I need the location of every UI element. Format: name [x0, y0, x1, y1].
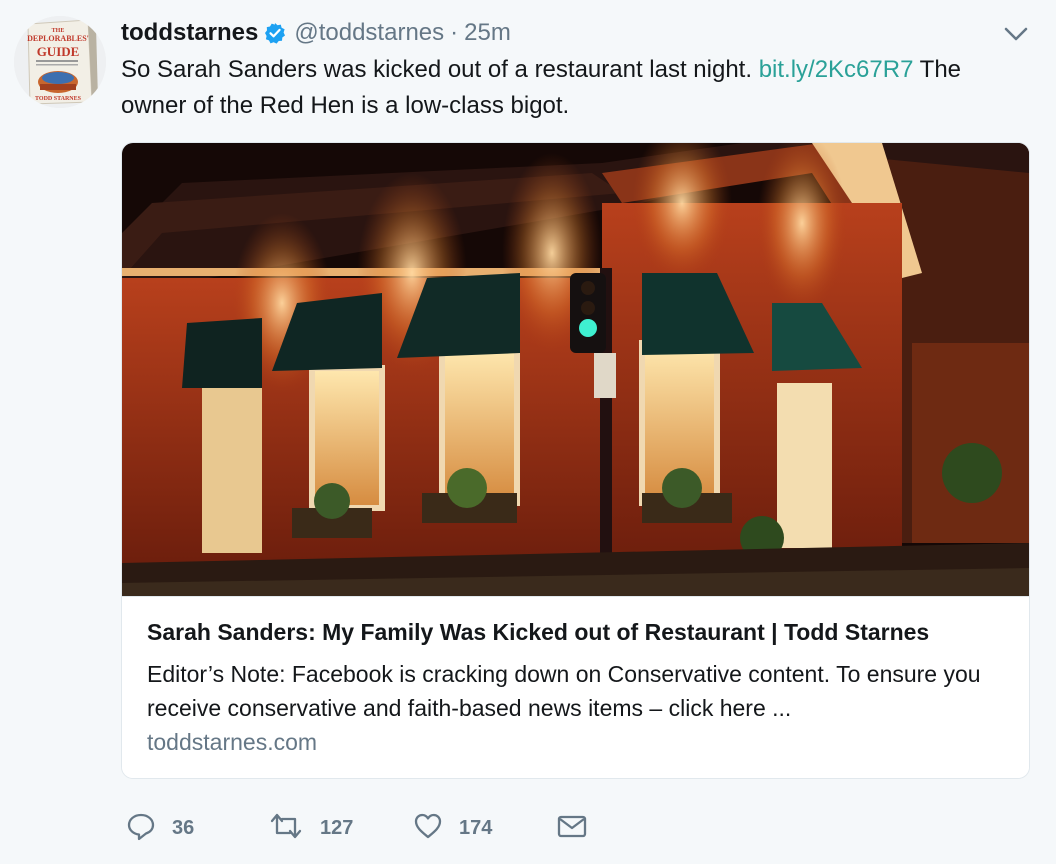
- card-title[interactable]: Sarah Sanders: My Family Was Kicked out …: [147, 619, 929, 646]
- avatar[interactable]: THE DEPLORABLES' GUIDE TODD STARNES: [14, 16, 106, 108]
- card-image[interactable]: [122, 143, 1029, 596]
- tweet-header: toddstarnes @toddstarnes · 25m: [121, 16, 511, 50]
- like-count: 174: [459, 816, 493, 839]
- reply-count: 36: [172, 816, 195, 839]
- svg-text:GUIDE: GUIDE: [37, 44, 80, 59]
- separator-dot: ·: [450, 19, 459, 46]
- user-handle[interactable]: @toddstarnes: [294, 19, 444, 47]
- tweet-text-start: So Sarah Sanders was kicked out of a res…: [121, 56, 759, 83]
- verified-badge-icon: [264, 22, 286, 44]
- reply-button[interactable]: 36: [126, 808, 194, 848]
- retweet-count: 127: [320, 816, 354, 839]
- tweet-text: So Sarah Sanders was kicked out of a res…: [121, 52, 1031, 124]
- timestamp[interactable]: 25m: [464, 19, 511, 47]
- restaurant-photo: [122, 143, 1029, 596]
- like-button[interactable]: 174: [413, 808, 492, 848]
- action-bar: 36 127 174: [126, 808, 606, 848]
- book-cover-avatar: THE DEPLORABLES' GUIDE TODD STARNES: [14, 16, 106, 108]
- card-body[interactable]: Sarah Sanders: My Family Was Kicked out …: [122, 596, 1029, 778]
- reply-icon: [126, 811, 156, 846]
- display-name[interactable]: toddstarnes: [121, 19, 258, 47]
- heart-icon: [413, 811, 443, 846]
- envelope-icon: [556, 811, 588, 846]
- card-description: Editor’s Note: Facebook is cracking down…: [147, 661, 981, 721]
- tweet-link[interactable]: bit.ly/2Kc67R7: [759, 56, 914, 83]
- direct-message-button[interactable]: [556, 808, 588, 848]
- card-domain[interactable]: toddstarnes.com: [147, 729, 317, 756]
- more-options-chevron-down-icon[interactable]: [1002, 24, 1030, 44]
- tweet: THE DEPLORABLES' GUIDE TODD STARNES todd…: [0, 0, 1056, 864]
- svg-text:TODD STARNES: TODD STARNES: [35, 96, 82, 102]
- link-card[interactable]: Sarah Sanders: My Family Was Kicked out …: [121, 142, 1030, 779]
- svg-text:DEPLORABLES': DEPLORABLES': [27, 34, 89, 43]
- retweet-icon: [268, 811, 304, 846]
- retweet-button[interactable]: 127: [268, 808, 353, 848]
